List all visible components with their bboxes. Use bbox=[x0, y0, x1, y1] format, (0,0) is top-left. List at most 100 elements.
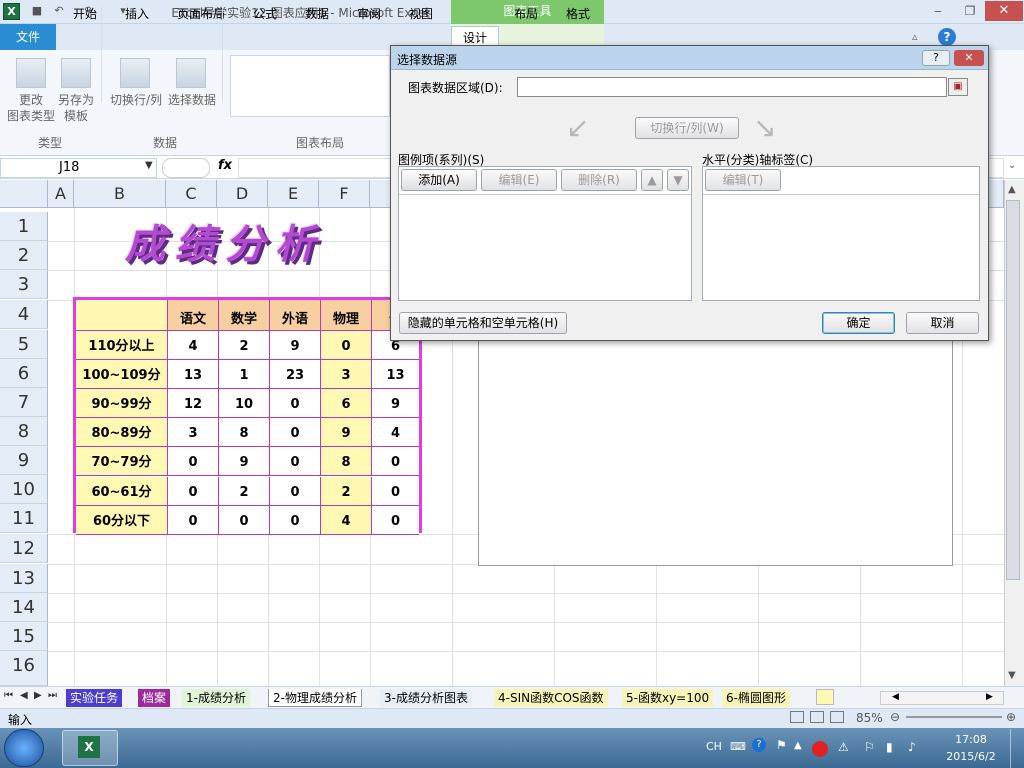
row-header-6[interactable]: 6 bbox=[0, 359, 48, 388]
table-cell[interactable]: 2 bbox=[219, 476, 270, 506]
sheet-tab[interactable]: 4-SIN函数COS函数 bbox=[494, 689, 608, 707]
table-cell[interactable]: 13 bbox=[168, 360, 219, 390]
insert-sheet-icon[interactable] bbox=[816, 689, 834, 705]
table-cell[interactable]: 4 bbox=[321, 505, 372, 535]
signal-icon[interactable]: ▮ bbox=[886, 740, 893, 754]
keyboard-icon[interactable]: ⌨ bbox=[730, 740, 746, 753]
table-cell[interactable]: 2 bbox=[219, 331, 270, 361]
vertical-scroll-thumb[interactable] bbox=[1006, 200, 1020, 580]
row-header-7[interactable]: 7 bbox=[0, 388, 48, 417]
expand-formula-icon[interactable]: ⌄ bbox=[1008, 160, 1016, 171]
sheet-tab-active[interactable]: 2-物理成绩分析 bbox=[268, 689, 362, 707]
row-header-15[interactable]: 15 bbox=[0, 622, 48, 651]
restore-icon[interactable]: ❐ bbox=[957, 2, 983, 20]
row-header-11[interactable]: 11 bbox=[0, 504, 48, 533]
table-cell[interactable]: 0 bbox=[372, 505, 419, 535]
scroll-right-icon[interactable]: ▶ bbox=[986, 692, 993, 702]
tab-page-layout[interactable]: 页面布局 bbox=[166, 4, 236, 26]
tab-view[interactable]: 视图 bbox=[398, 4, 444, 26]
sheet-nav-first-icon[interactable]: ⏮ bbox=[4, 690, 13, 701]
minimize-icon[interactable]: ‒ bbox=[925, 2, 951, 20]
table-cell[interactable]: 9 bbox=[270, 331, 321, 361]
security-alert-icon[interactable] bbox=[812, 741, 828, 757]
table-row-label[interactable]: 90~99分 bbox=[76, 389, 168, 419]
dialog-help-button[interactable]: ? bbox=[922, 50, 950, 66]
row-header-2[interactable]: 2 bbox=[0, 241, 48, 270]
chart-area[interactable] bbox=[478, 340, 953, 566]
sheet-tab[interactable]: 6-椭圆图形 bbox=[722, 689, 790, 707]
table-row-label[interactable]: 110分以上 bbox=[76, 331, 168, 361]
table-cell[interactable]: 0 bbox=[270, 476, 321, 506]
zoom-slider[interactable] bbox=[906, 716, 1002, 718]
table-cell[interactable]: 8 bbox=[219, 418, 270, 448]
minimize-ribbon-icon[interactable]: ▵ bbox=[912, 30, 926, 44]
zoom-in-icon[interactable]: ⊕ bbox=[1006, 710, 1016, 724]
sheet-nav-prev-icon[interactable]: ◀ bbox=[20, 690, 28, 701]
table-cell[interactable]: 1 bbox=[219, 360, 270, 390]
table-cell[interactable]: 3 bbox=[168, 418, 219, 448]
table-row-label[interactable]: 60~61分 bbox=[76, 476, 168, 506]
row-header-13[interactable]: 13 bbox=[0, 564, 48, 593]
table-cell[interactable]: 23 bbox=[270, 360, 321, 390]
formula-resize-handle[interactable] bbox=[162, 158, 210, 178]
tab-insert[interactable]: 插入 bbox=[114, 4, 160, 26]
table-cell[interactable]: 0 bbox=[270, 447, 321, 477]
switch-row-column-button[interactable]: 切换行/列 bbox=[106, 92, 166, 108]
legend-entries-list[interactable] bbox=[399, 196, 691, 300]
change-chart-type-button[interactable]: 更改 图表类型 bbox=[2, 92, 60, 124]
table-row-label[interactable]: 60分以下 bbox=[76, 505, 168, 535]
select-all-corner[interactable] bbox=[0, 180, 48, 208]
row-header-8[interactable]: 8 bbox=[0, 417, 48, 446]
insert-function-icon[interactable]: fx bbox=[218, 158, 232, 173]
table-header-cell[interactable] bbox=[76, 300, 168, 331]
edit-series-button[interactable]: 编辑(E) bbox=[481, 169, 557, 191]
table-cell[interactable]: 4 bbox=[168, 331, 219, 361]
action-center-icon[interactable]: ⚐ bbox=[864, 740, 875, 754]
show-hidden-icons-icon[interactable]: ▲ bbox=[794, 740, 802, 751]
hidden-empty-cells-button[interactable]: 隐藏的单元格和空单元格(H) bbox=[399, 312, 567, 334]
scroll-up-icon[interactable]: ▲ bbox=[1008, 184, 1016, 195]
table-cell[interactable]: 10 bbox=[219, 389, 270, 419]
row-header-4[interactable]: 4 bbox=[0, 300, 48, 329]
row-header-16[interactable]: 16 bbox=[0, 651, 48, 686]
tab-format[interactable]: 格式 bbox=[555, 4, 601, 26]
tab-layout[interactable]: 布局 bbox=[503, 4, 549, 26]
clock-time[interactable]: 17:08 bbox=[946, 733, 996, 746]
table-cell[interactable]: 0 bbox=[372, 476, 419, 506]
axis-labels-list[interactable] bbox=[703, 196, 979, 300]
ok-button[interactable]: 确定 bbox=[822, 312, 895, 334]
tab-formulas[interactable]: 公式 bbox=[242, 4, 288, 26]
row-header-3[interactable]: 3 bbox=[0, 270, 48, 299]
name-box-dropdown-icon[interactable]: ▼ bbox=[145, 160, 153, 171]
table-header-cell[interactable]: 物理 bbox=[321, 300, 372, 331]
table-cell[interactable]: 3 bbox=[321, 360, 372, 390]
network-alert-icon[interactable]: ⚠ bbox=[838, 740, 849, 754]
page-break-view-icon[interactable] bbox=[830, 711, 844, 723]
table-cell[interactable]: 0 bbox=[270, 389, 321, 419]
col-header-c[interactable]: C bbox=[166, 180, 217, 208]
table-cell[interactable]: 9 bbox=[321, 418, 372, 448]
edit-axis-labels-button[interactable]: 编辑(T) bbox=[705, 169, 781, 191]
table-cell[interactable]: 6 bbox=[321, 389, 372, 419]
name-box[interactable]: J18 bbox=[0, 158, 157, 178]
chart-data-range-input[interactable] bbox=[517, 77, 947, 97]
sheet-tab[interactable]: 3-成绩分析图表 bbox=[380, 689, 472, 707]
sheet-nav-last-icon[interactable]: ⏭ bbox=[48, 690, 57, 701]
close-window-icon[interactable]: ✕ bbox=[985, 1, 1023, 21]
save-icon[interactable]: ■ bbox=[30, 4, 44, 18]
table-cell[interactable]: 12 bbox=[168, 389, 219, 419]
collapse-range-icon[interactable]: ▣ bbox=[948, 78, 968, 96]
move-down-icon[interactable]: ▼ bbox=[667, 169, 689, 191]
scroll-left-icon[interactable]: ◀ bbox=[892, 692, 899, 702]
table-cell[interactable]: 0 bbox=[168, 447, 219, 477]
help-icon[interactable]: ? bbox=[938, 28, 956, 46]
col-header-f[interactable]: F bbox=[319, 180, 370, 208]
table-cell[interactable]: 9 bbox=[372, 389, 419, 419]
row-header-1[interactable]: 1 bbox=[0, 212, 48, 241]
table-cell[interactable]: 0 bbox=[321, 331, 372, 361]
table-cell[interactable]: 0 bbox=[168, 505, 219, 535]
row-header-10[interactable]: 10 bbox=[0, 475, 48, 504]
row-header-5[interactable]: 5 bbox=[0, 330, 48, 359]
col-header-b[interactable]: B bbox=[74, 180, 166, 208]
row-header-9[interactable]: 9 bbox=[0, 446, 48, 475]
